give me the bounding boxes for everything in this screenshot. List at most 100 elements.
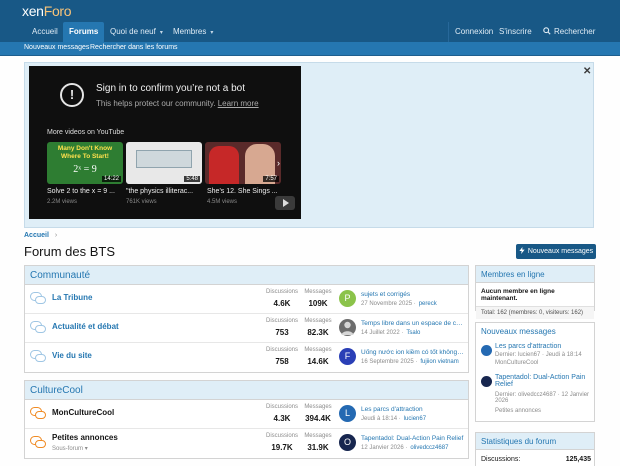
chevron-right-icon[interactable]: › <box>277 158 280 168</box>
close-icon[interactable]: ✕ <box>583 66 591 77</box>
discussions-label: Discussions <box>265 433 298 439</box>
subnav-search-forums[interactable]: Rechercher dans les forums <box>90 44 178 51</box>
video-duration: 14:22 <box>101 176 121 182</box>
forum-title[interactable]: MonCultureCool <box>52 408 114 417</box>
last-post-meta: 16 Septembre 2025 · fujiion vietnam <box>361 359 459 365</box>
video-thumbnail[interactable]: 5:48 <box>126 142 202 184</box>
youtube-signin-title: Sign in to confirm you’re not a bot <box>96 83 245 94</box>
new-posts-button[interactable]: Nouveaux messages <box>516 244 596 259</box>
chevron-down-icon: ▾ <box>159 30 163 36</box>
sidebar-post-title[interactable]: Les parcs d'attraction <box>495 343 593 350</box>
avatar[interactable]: L <box>339 405 356 422</box>
category-title[interactable]: CultureCool <box>25 381 468 400</box>
page-title: Forum des BTS <box>24 244 116 259</box>
last-post-title[interactable]: Temps libre dans un espace de co... <box>361 320 465 327</box>
discussions-count: 758 <box>275 357 289 366</box>
youtube-embed[interactable]: ! Sign in to confirm you’re not a bot Th… <box>29 66 301 219</box>
nav-members[interactable]: Membres ▾ <box>167 22 219 42</box>
online-total: Total: 162 (membres: 0, visiteurs: 162) <box>476 306 594 319</box>
search-link[interactable]: Rechercher <box>537 22 601 42</box>
discussions-count: 753 <box>275 328 289 337</box>
chevron-down-icon: ▾ <box>210 30 214 36</box>
youtube-play-icon[interactable] <box>275 196 295 210</box>
sidebar-new-posts: Nouveaux messages Les parcs d'attraction… <box>475 322 595 422</box>
sidebar-post-item: Tapentadol: Dual-Action Pain Relief Dern… <box>476 371 594 419</box>
video-caption[interactable]: She's 12. She Sings ... <box>207 188 278 195</box>
forum-row: Petites annonces Sous-forum ▾ Discussion… <box>25 429 468 458</box>
last-post-meta: 14 Juillet 2022 · Tsalo <box>361 330 421 336</box>
forum-chat-icon-unread <box>30 407 46 420</box>
register-link[interactable]: S'inscrire <box>493 22 538 42</box>
last-post-title[interactable]: Uống nước ion kiềm có tốt không?... <box>361 349 465 356</box>
last-post-title[interactable]: Les parcs d'attraction <box>361 406 465 413</box>
chevron-right-icon: › <box>54 232 58 239</box>
discussions-label: Discussions <box>265 347 298 353</box>
forum-chat-icon <box>30 350 46 363</box>
user-photo-icon <box>341 321 354 335</box>
video-caption[interactable]: Solve 2 to the x = 9 ... <box>47 188 115 195</box>
last-post-user[interactable]: Tsalo <box>406 330 420 336</box>
subnav-new-posts[interactable]: Nouveaux messages <box>24 44 89 51</box>
forum-row: La Tribune Discussions 4.6K Messages 109… <box>25 285 468 314</box>
bolt-icon <box>519 247 525 254</box>
avatar[interactable] <box>481 376 492 387</box>
thumb-text: Many Don't Know <box>57 145 113 152</box>
last-post-user[interactable]: fujiion vietnam <box>420 359 458 365</box>
forum-title[interactable]: Vie du site <box>52 351 92 360</box>
nav-whats-new[interactable]: Quoi de neuf ▾ <box>104 22 169 42</box>
forum-chat-icon <box>30 321 46 334</box>
login-link[interactable]: Connexion <box>449 22 499 42</box>
sidebar-title[interactable]: Membres en ligne <box>476 266 594 283</box>
messages-count: 109K <box>308 299 328 308</box>
last-post-title[interactable]: Tapentadol: Dual-Action Pain Relief <box>361 435 465 442</box>
avatar[interactable]: O <box>339 434 356 451</box>
forum-title[interactable]: Actualité et débat <box>52 322 119 331</box>
sidebar-post-meta: Dernier: olivedccz4687 · 12 Janvier 2026 <box>495 392 590 404</box>
nav-forums[interactable]: Forums <box>63 22 105 42</box>
breadcrumb-home[interactable]: Accueil <box>24 232 49 239</box>
messages-label: Messages <box>304 289 332 295</box>
forum-title[interactable]: Petites annonces <box>52 433 118 442</box>
sidebar-title[interactable]: Statistiques du forum <box>476 433 594 450</box>
sidebar-post-forum[interactable]: Petites annonces <box>495 408 593 414</box>
chevron-down-icon: ▾ <box>84 446 88 452</box>
thumb-graphic <box>136 150 192 168</box>
youtube-signin-subtitle: This helps protect our community. Learn … <box>96 99 259 108</box>
sidebar-post-item: Les parcs d'attraction Dernier: lucien67… <box>476 340 594 371</box>
last-post-meta: 12 Janvier 2026 · olivedccz4687 <box>361 445 449 451</box>
site-logo[interactable]: xenForo <box>22 3 72 19</box>
avatar[interactable]: P <box>339 290 356 307</box>
avatar[interactable] <box>339 319 356 336</box>
discussions-count: 19.7K <box>271 443 293 452</box>
last-post-user[interactable]: olivedccz4687 <box>410 445 448 451</box>
video-thumbnail[interactable]: Many Don't Know Where To Start! 2ˣ = 9 1… <box>47 142 123 184</box>
sidebar-post-title[interactable]: Tapentadol: Dual-Action Pain Relief <box>495 374 593 388</box>
learn-more-link[interactable]: Learn more <box>218 99 259 108</box>
video-thumbnail[interactable]: 7:57 <box>205 142 281 184</box>
subforum-toggle[interactable]: Sous-forum ▾ <box>52 445 88 452</box>
search-icon <box>543 27 551 35</box>
thumb-text: Where To Start! <box>61 153 109 160</box>
last-post-user[interactable]: lucien67 <box>404 416 426 422</box>
last-post-meta: Jeudi à 18:14 · lucien67 <box>361 416 427 422</box>
discussions-label: Discussions <box>265 289 298 295</box>
sub-nav: Nouveaux messages Rechercher dans les fo… <box>0 42 620 56</box>
avatar[interactable]: F <box>339 348 356 365</box>
forum-chat-icon <box>30 292 46 305</box>
sidebar-post-forum[interactable]: MonCultureCool <box>495 360 593 366</box>
video-caption[interactable]: "the physics illiterac... <box>126 188 193 195</box>
warning-icon: ! <box>60 83 84 107</box>
more-videos-label: More videos on YouTube <box>47 129 125 136</box>
discussions-count: 4.3K <box>273 414 291 423</box>
forum-title[interactable]: La Tribune <box>52 293 92 302</box>
avatar[interactable] <box>481 345 492 356</box>
last-post-user[interactable]: pereck <box>419 301 437 307</box>
nav-home[interactable]: Accueil <box>26 22 64 42</box>
sidebar-title[interactable]: Nouveaux messages <box>476 323 594 340</box>
online-empty-text: Aucun membre en ligne maintenant. <box>481 288 555 302</box>
discussions-label: Discussions <box>265 404 298 410</box>
last-post-title[interactable]: sujets et corrigés <box>361 291 465 298</box>
forum-chat-icon-unread <box>30 436 46 449</box>
category-title[interactable]: Communauté <box>25 266 468 285</box>
category-block-communaute: Communauté La Tribune Discussions 4.6K M… <box>24 265 469 373</box>
